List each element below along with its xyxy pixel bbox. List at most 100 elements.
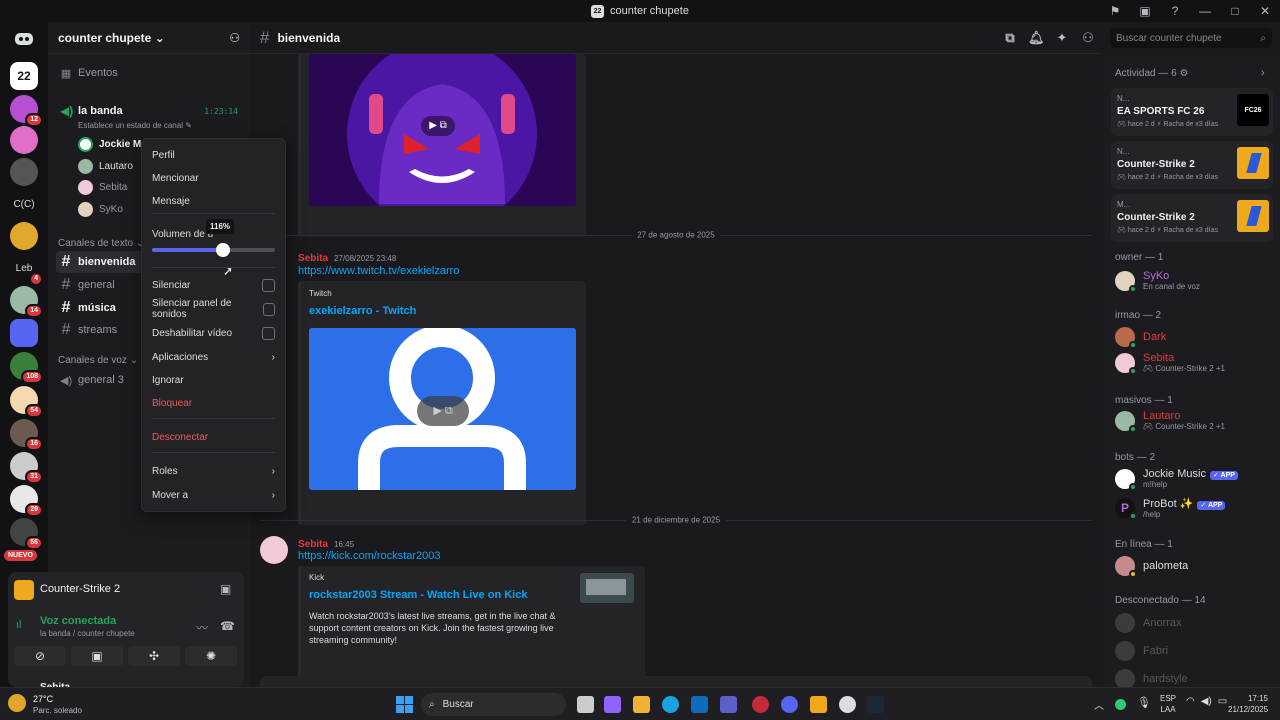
server-icon[interactable]: 108 <box>10 352 43 384</box>
member-row[interactable]: hardstyle <box>1115 669 1272 689</box>
server-icon[interactable]: 54 <box>10 386 43 418</box>
voice-status[interactable]: Voz conectada <box>40 615 116 627</box>
soundboard-button[interactable]: ✺ <box>185 646 237 666</box>
server-icon-22[interactable]: 22 <box>10 62 38 90</box>
chevron-right-icon[interactable]: › <box>1261 67 1265 79</box>
menu-item-block[interactable]: Bloquear <box>152 395 275 411</box>
toggle-mute[interactable]: Silenciar <box>152 277 275 293</box>
events-item[interactable]: ▦ Eventos <box>56 62 242 84</box>
server-icon[interactable]: 12 <box>10 95 43 127</box>
inbox-icon[interactable]: ⚑ <box>1100 4 1130 18</box>
microphone-icon[interactable]: 🎙︎ <box>1137 696 1151 709</box>
steam-icon[interactable] <box>867 696 884 713</box>
voice-user[interactable]: Lautaro <box>78 159 133 174</box>
search-input[interactable]: Buscar counter chupete ⌕ <box>1110 28 1272 48</box>
message-link[interactable]: https://kick.com/rockstar2003 <box>298 550 440 562</box>
language-indicator[interactable]: ESP LAA <box>1160 693 1176 715</box>
cs2-icon[interactable] <box>810 696 827 713</box>
help-icon[interactable]: ? <box>1160 4 1190 18</box>
menu-item-apps[interactable]: Aplicaciones › <box>152 349 275 365</box>
screen-share-button[interactable]: ▣ <box>71 646 123 666</box>
activity-card[interactable]: M... Counter-Strike 2 🎮︎ hace 2 d ⚡ Rach… <box>1111 194 1273 242</box>
message-author[interactable]: Sebita <box>298 253 328 264</box>
server-icon[interactable]: 14 <box>10 286 43 318</box>
activities-button[interactable]: ✣ <box>128 646 180 666</box>
activity-name[interactable]: Counter-Strike 2 <box>40 583 120 595</box>
teams-icon[interactable] <box>720 696 737 713</box>
server-icon[interactable]: Leb 4 <box>10 254 43 286</box>
screen-share-icon[interactable]: ▣ <box>220 582 231 596</box>
member-row[interactable]: Anorrax <box>1115 613 1272 633</box>
close-button[interactable]: ✕ <box>1250 4 1280 18</box>
voice-channel-active[interactable]: ◀) la banda 1:23:14 <box>56 100 242 122</box>
copilot-icon[interactable] <box>604 696 621 713</box>
discord-home-icon[interactable] <box>10 25 38 53</box>
screen-icon[interactable]: ▣ <box>1130 4 1160 18</box>
checkbox[interactable] <box>262 278 275 292</box>
toggle-mute-soundboard[interactable]: Silenciar panel de sonidos <box>152 298 275 320</box>
minimize-button[interactable]: — <box>1190 4 1220 18</box>
avatar[interactable] <box>260 536 288 564</box>
maximize-button[interactable]: □ <box>1220 4 1250 18</box>
discord-icon[interactable] <box>781 696 798 713</box>
text-category[interactable]: Canales de texto ⌄ <box>58 238 144 249</box>
toggle-disable-video[interactable]: Deshabilitar vídeo <box>152 325 275 341</box>
chrome-icon[interactable] <box>839 696 856 713</box>
embed-title[interactable]: exekielzarro - Twitch <box>309 305 416 317</box>
menu-item-profile[interactable]: Perfil <box>152 147 275 163</box>
embed-thumbnail[interactable] <box>580 573 634 603</box>
member-row[interactable]: Fabri <box>1115 641 1272 661</box>
weather-temp[interactable]: 27°C <box>33 694 53 704</box>
camera-button[interactable]: ⊘ <box>14 646 66 666</box>
volume-knob[interactable] <box>216 243 231 257</box>
member-row[interactable]: Lautaro 🎮︎ Counter-Strike 2 +1 <box>1115 410 1272 433</box>
member-row[interactable]: SyKo En canal de voz <box>1115 270 1272 293</box>
server-icon[interactable] <box>10 222 38 250</box>
disconnect-icon[interactable]: ☎ <box>220 619 235 633</box>
server-icon[interactable]: 16 <box>10 419 43 451</box>
server-icon[interactable] <box>10 158 38 186</box>
server-header[interactable]: counter chupete ⌄ ⚇ <box>48 22 250 54</box>
member-row[interactable]: P ProBot ✨ ✓ APP/help <box>1115 497 1272 520</box>
task-view-icon[interactable] <box>577 696 594 713</box>
server-icon[interactable]: 31 <box>10 452 43 484</box>
menu-item-ignore[interactable]: Ignorar <box>152 372 275 388</box>
member-row[interactable]: palometa <box>1115 556 1272 578</box>
system-tray[interactable]: ◠ ◀) ▭ <box>1186 696 1227 707</box>
voice-user[interactable]: Jockie Mu <box>78 137 147 152</box>
menu-item-message[interactable]: Mensaje <box>152 193 275 209</box>
windows-start-icon[interactable] <box>396 696 413 713</box>
noise-suppression-icon[interactable]: 〰 <box>196 619 208 636</box>
tray-chevron-icon[interactable]: ︿ <box>1094 697 1104 712</box>
embed-title[interactable]: rockstar2003 Stream - Watch Live on Kick <box>309 589 527 601</box>
activity-card[interactable]: N... Counter-Strike 2 🎮︎ hace 2 d ⚡ Rach… <box>1111 141 1273 189</box>
member-row[interactable]: Jockie Music ✓ APP m!help <box>1115 468 1272 491</box>
checkbox[interactable] <box>262 326 275 340</box>
voice-user[interactable]: SyKo <box>78 202 123 217</box>
file-explorer-icon[interactable] <box>633 696 650 713</box>
member-row[interactable]: Dark <box>1115 327 1272 349</box>
tray-app-icon[interactable] <box>1115 699 1126 710</box>
threads-icon[interactable]: ⧉ <box>1002 30 1018 46</box>
menu-item-mention[interactable]: Mencionar <box>152 170 275 186</box>
clock[interactable]: 17:15 21/12/2025 <box>1228 693 1268 715</box>
menu-item-move[interactable]: Mover a › <box>152 487 275 503</box>
message-link[interactable]: https://www.twitch.tv/exekielzarro <box>298 265 459 277</box>
add-member-icon[interactable]: ⚇ <box>229 31 240 45</box>
play-icon[interactable]: ▶ ⧉ <box>417 396 469 426</box>
play-icon[interactable]: ▶ ⧉ <box>421 116 455 136</box>
edge-icon[interactable] <box>662 696 679 713</box>
server-icon[interactable]: 56 <box>10 518 43 550</box>
member-row[interactable]: Sebita 🎮︎ Counter-Strike 2 +1 <box>1115 352 1272 375</box>
volume-slider[interactable] <box>152 243 275 257</box>
members-icon[interactable]: ⚇ <box>1080 30 1096 46</box>
bell-icon[interactable]: 🔔︎ <box>1028 30 1045 46</box>
menu-item-disconnect[interactable]: Desconectar <box>152 429 275 445</box>
checkbox[interactable] <box>262 302 275 316</box>
voice-user[interactable]: Sebita <box>78 180 127 195</box>
server-icon[interactable]: C(C) <box>10 190 38 218</box>
voice-category[interactable]: Canales de voz ⌄ <box>58 355 138 366</box>
server-icon[interactable] <box>10 126 38 154</box>
server-icon[interactable] <box>10 319 38 347</box>
server-icon[interactable]: 29 <box>10 485 43 517</box>
